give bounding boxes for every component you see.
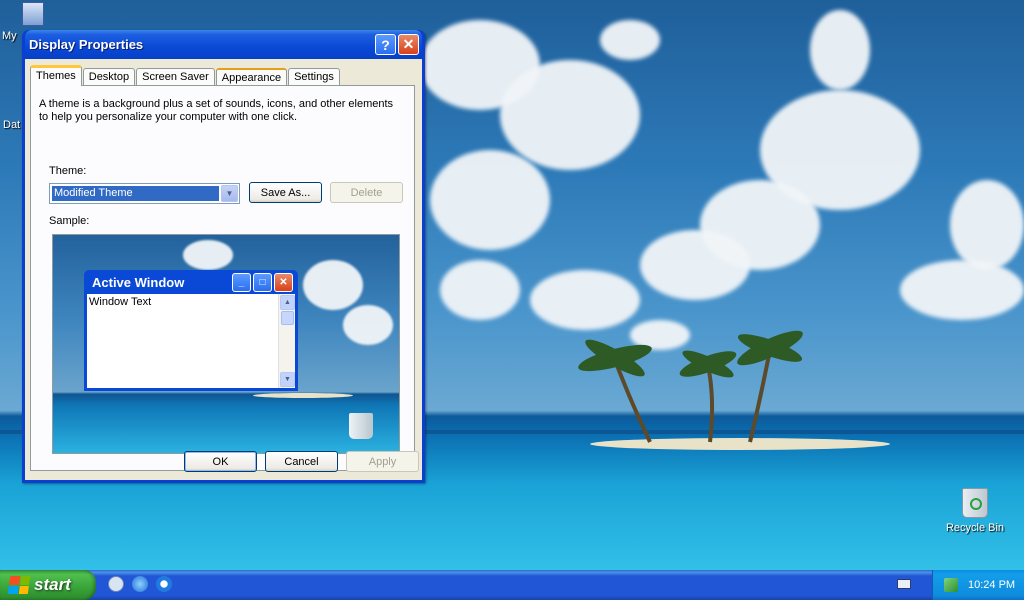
apply-button[interactable]: Apply bbox=[346, 451, 419, 472]
sample-window-title: Active Window bbox=[92, 274, 185, 290]
start-label: start bbox=[34, 575, 71, 594]
cloud bbox=[500, 60, 640, 170]
delete-button[interactable]: Delete bbox=[330, 182, 403, 203]
sample-label: Sample: bbox=[49, 215, 90, 227]
chevron-down-icon[interactable]: ▼ bbox=[221, 185, 238, 202]
minimize-icon: _ bbox=[232, 272, 251, 292]
desktop-icon-label: My bbox=[2, 30, 17, 42]
tab-settings[interactable]: Settings bbox=[288, 68, 340, 86]
cloud bbox=[440, 260, 520, 320]
quicklaunch-desktop-icon[interactable] bbox=[108, 576, 124, 592]
cloud bbox=[183, 240, 233, 270]
internet-explorer-icon[interactable] bbox=[132, 576, 148, 592]
tab-themes[interactable]: Themes bbox=[30, 65, 82, 86]
cloud bbox=[950, 180, 1024, 270]
help-button[interactable]: ? bbox=[375, 34, 396, 55]
chevron-down-icon: ▼ bbox=[280, 372, 295, 387]
cloud bbox=[640, 230, 750, 300]
recycle-bin-icon bbox=[962, 488, 988, 518]
sample-active-window: Active Window _ □ ✕ Window Text ▲ ▼ bbox=[84, 270, 298, 391]
cloud bbox=[600, 20, 660, 60]
cancel-button[interactable]: Cancel bbox=[265, 451, 338, 472]
desktop-icon-label: Dat bbox=[3, 119, 21, 131]
theme-sample-preview: Active Window _ □ ✕ Window Text ▲ ▼ bbox=[52, 234, 400, 454]
desktop-icon-recycle-bin[interactable]: Recycle Bin bbox=[940, 488, 1010, 534]
cloud bbox=[430, 150, 550, 250]
taskbar-clock[interactable]: 10:24 PM bbox=[968, 579, 1015, 591]
computer-icon bbox=[22, 2, 44, 26]
save-as-button[interactable]: Save As... bbox=[249, 182, 322, 203]
close-icon: ✕ bbox=[274, 272, 293, 292]
tab-screen-saver[interactable]: Screen Saver bbox=[136, 68, 215, 86]
theme-label: Theme: bbox=[49, 165, 87, 177]
sample-scrollbar: ▲ ▼ bbox=[278, 294, 295, 388]
display-properties-window: Display Properties ? ✕ Themes Desktop Sc… bbox=[22, 30, 425, 483]
maximize-icon: □ bbox=[253, 272, 272, 292]
window-title: Display Properties bbox=[29, 37, 144, 52]
media-player-icon[interactable] bbox=[156, 576, 172, 592]
window-client: Themes Desktop Screen Saver Appearance S… bbox=[25, 59, 422, 480]
sample-window-text: Window Text bbox=[89, 296, 152, 308]
cloud bbox=[343, 305, 393, 345]
palm-trees bbox=[578, 330, 803, 443]
cloud bbox=[303, 260, 363, 310]
desktop-icon-label: Recycle Bin bbox=[945, 522, 1005, 534]
ok-button[interactable]: OK bbox=[184, 451, 257, 472]
system-tray: 10:24 PM bbox=[932, 570, 1024, 600]
tab-desktop[interactable]: Desktop bbox=[82, 68, 136, 86]
recycle-bin-icon bbox=[349, 413, 373, 439]
theme-select[interactable]: Modified Theme ▼ bbox=[49, 183, 240, 204]
cloud bbox=[900, 260, 1024, 320]
island bbox=[253, 393, 353, 398]
scroll-thumb bbox=[281, 311, 294, 325]
themes-description: A theme is a background plus a set of so… bbox=[39, 98, 394, 123]
window-titlebar[interactable]: Display Properties ? ✕ bbox=[25, 30, 422, 59]
windows-logo-icon bbox=[7, 576, 31, 594]
taskbar: start 10:24 PM bbox=[0, 570, 1024, 600]
start-button[interactable]: start bbox=[0, 570, 96, 600]
keyboard-icon[interactable] bbox=[897, 579, 911, 589]
tab-strip: Themes Desktop Screen Saver Appearance S… bbox=[30, 65, 341, 86]
safely-remove-hardware-icon[interactable] bbox=[944, 578, 958, 592]
theme-select-value: Modified Theme bbox=[52, 186, 219, 201]
cloud bbox=[810, 10, 870, 90]
chevron-up-icon: ▲ bbox=[280, 295, 295, 310]
tab-appearance[interactable]: Appearance bbox=[215, 68, 288, 86]
close-button[interactable]: ✕ bbox=[398, 34, 419, 55]
